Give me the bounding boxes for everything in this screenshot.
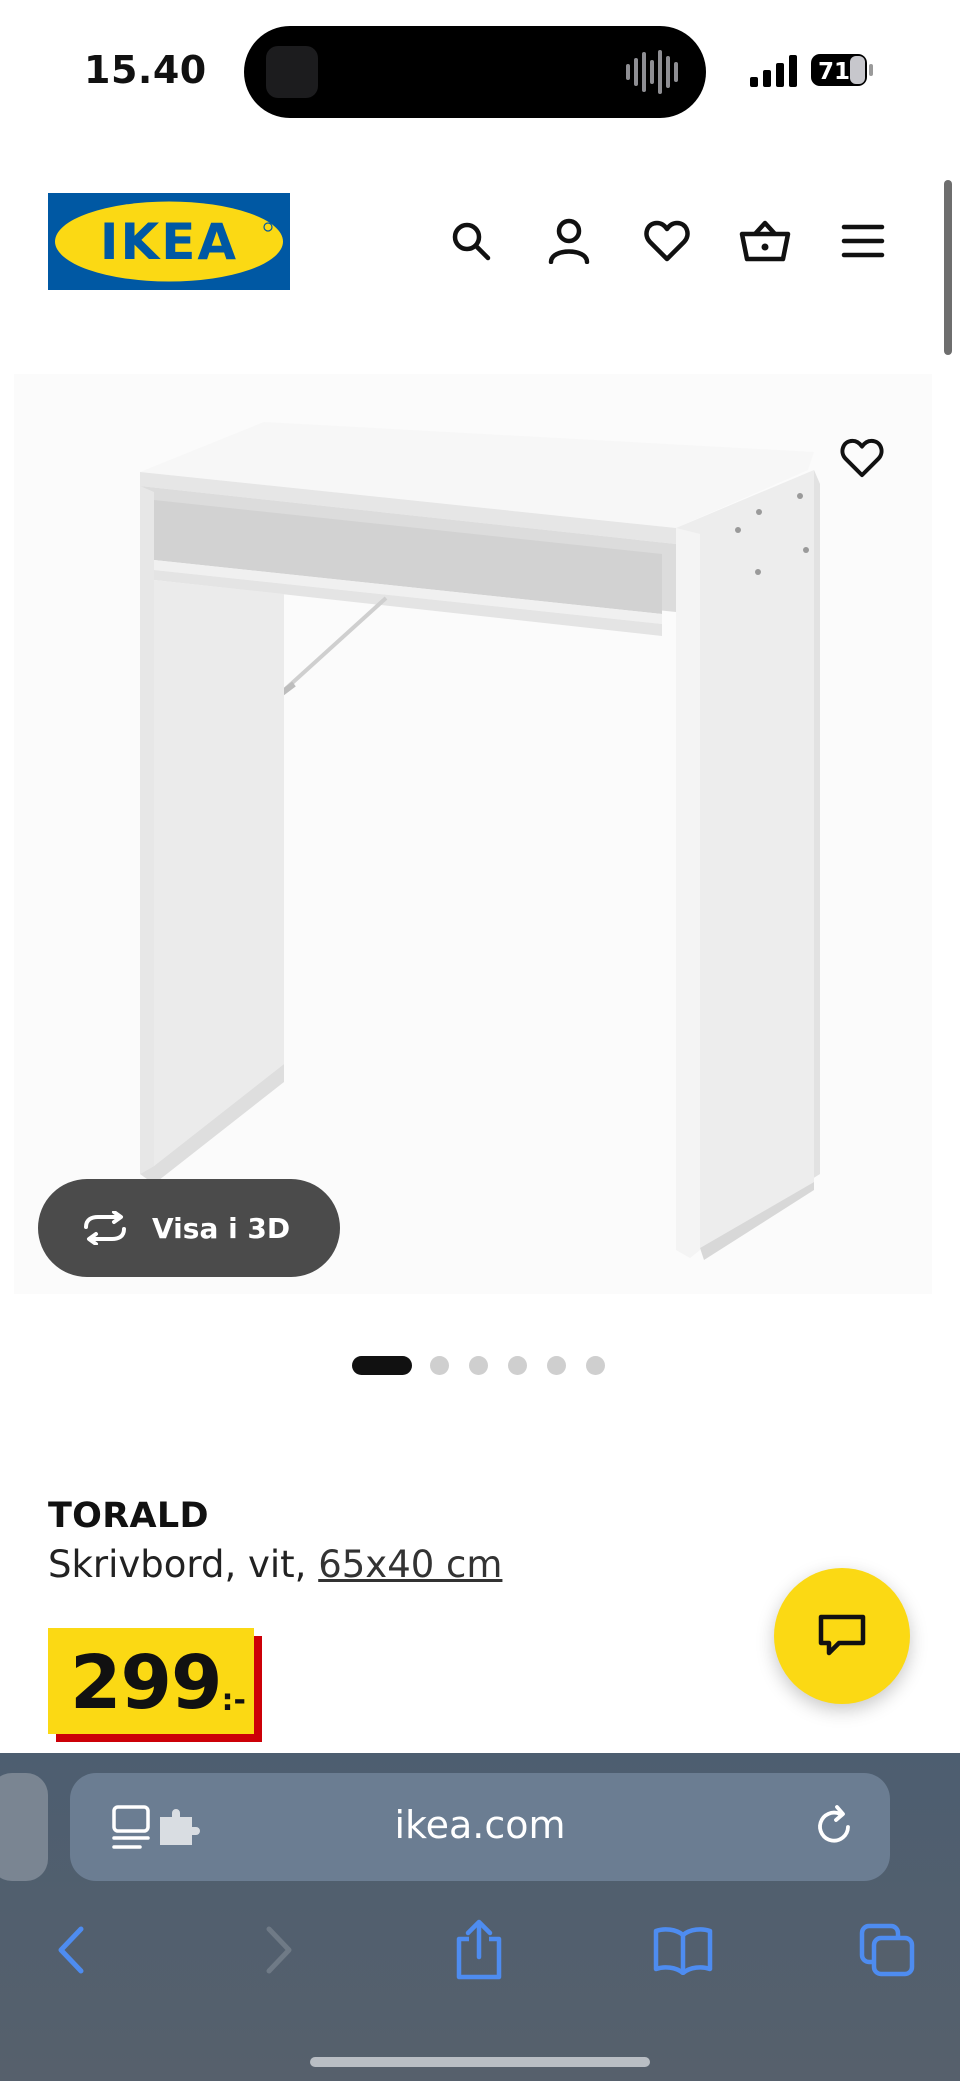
ikea-logo[interactable]: IKEA xyxy=(48,193,290,290)
account-button[interactable] xyxy=(542,214,596,268)
account-icon xyxy=(548,218,590,264)
price-box: 299 :- xyxy=(48,1628,254,1734)
live-activity-app-icon xyxy=(266,46,318,98)
home-indicator xyxy=(310,2057,650,2067)
cellular-signal-icon xyxy=(750,55,797,87)
dynamic-island xyxy=(244,26,706,118)
wishlist-button[interactable] xyxy=(640,214,694,268)
battery-icon: 71 xyxy=(811,54,873,86)
forward-button[interactable] xyxy=(246,1917,312,1983)
price-tag: 299 :- xyxy=(48,1628,262,1742)
carousel-dot[interactable] xyxy=(469,1355,488,1375)
price-suffix: :- xyxy=(221,1683,246,1718)
forward-icon xyxy=(266,1926,292,1974)
carousel-dot[interactable] xyxy=(508,1355,527,1375)
product-description: Skrivbord, vit, 65x40 cm xyxy=(48,1543,502,1586)
url-text: ikea.com xyxy=(394,1803,566,1847)
view-in-3d-button[interactable]: Visa i 3D xyxy=(38,1179,340,1277)
bookmarks-button[interactable] xyxy=(650,1917,716,1983)
carousel-indicator[interactable] xyxy=(352,1354,625,1376)
previous-tab-preview[interactable] xyxy=(0,1773,48,1881)
heart-icon xyxy=(644,220,690,262)
price-amount: 299 xyxy=(70,1640,222,1726)
product-size-link[interactable]: 65x40 cm xyxy=(318,1543,502,1586)
search-icon xyxy=(452,222,491,261)
hamburger-menu-icon xyxy=(841,224,885,258)
search-button[interactable] xyxy=(444,214,498,268)
product-image xyxy=(140,422,820,1260)
carousel-dot[interactable] xyxy=(430,1355,449,1375)
view-in-3d-label: Visa i 3D xyxy=(152,1211,291,1245)
status-time: 15.40 xyxy=(84,48,207,92)
product-image-carousel[interactable] xyxy=(14,374,932,1294)
tabs-icon xyxy=(859,1923,915,1977)
share-icon xyxy=(456,1919,502,1980)
back-button[interactable] xyxy=(38,1917,104,1983)
reload-icon[interactable] xyxy=(810,1803,858,1851)
bookmarks-icon xyxy=(653,1927,713,1975)
carousel-dot[interactable] xyxy=(586,1355,605,1375)
heart-icon xyxy=(840,438,884,478)
tabs-button[interactable] xyxy=(854,1917,920,1983)
menu-button[interactable] xyxy=(836,214,890,268)
back-icon xyxy=(58,1926,84,1974)
logo-text: IKEA xyxy=(100,213,238,271)
product-type: Skrivbord, vit, xyxy=(48,1543,307,1586)
address-bar[interactable]: ikea.com xyxy=(70,1773,890,1881)
save-to-wishlist-button[interactable] xyxy=(832,428,892,488)
chat-button[interactable] xyxy=(774,1568,910,1704)
carousel-dot[interactable] xyxy=(352,1355,412,1375)
product-name: TORALD xyxy=(48,1496,209,1536)
chat-bubble-icon xyxy=(818,1614,866,1656)
share-button[interactable] xyxy=(446,1917,512,1983)
basket-icon xyxy=(739,220,791,262)
audio-waveform-icon xyxy=(626,50,678,94)
carousel-dot[interactable] xyxy=(547,1355,566,1375)
page-scrollbar[interactable] xyxy=(944,180,952,355)
basket-button[interactable] xyxy=(738,214,792,268)
rotate-3d-icon xyxy=(84,1211,126,1245)
status-bar: 15.40 71 xyxy=(0,0,960,140)
browser-toolbar: ikea.com xyxy=(0,1753,960,2081)
battery-level: 71 xyxy=(818,59,850,85)
